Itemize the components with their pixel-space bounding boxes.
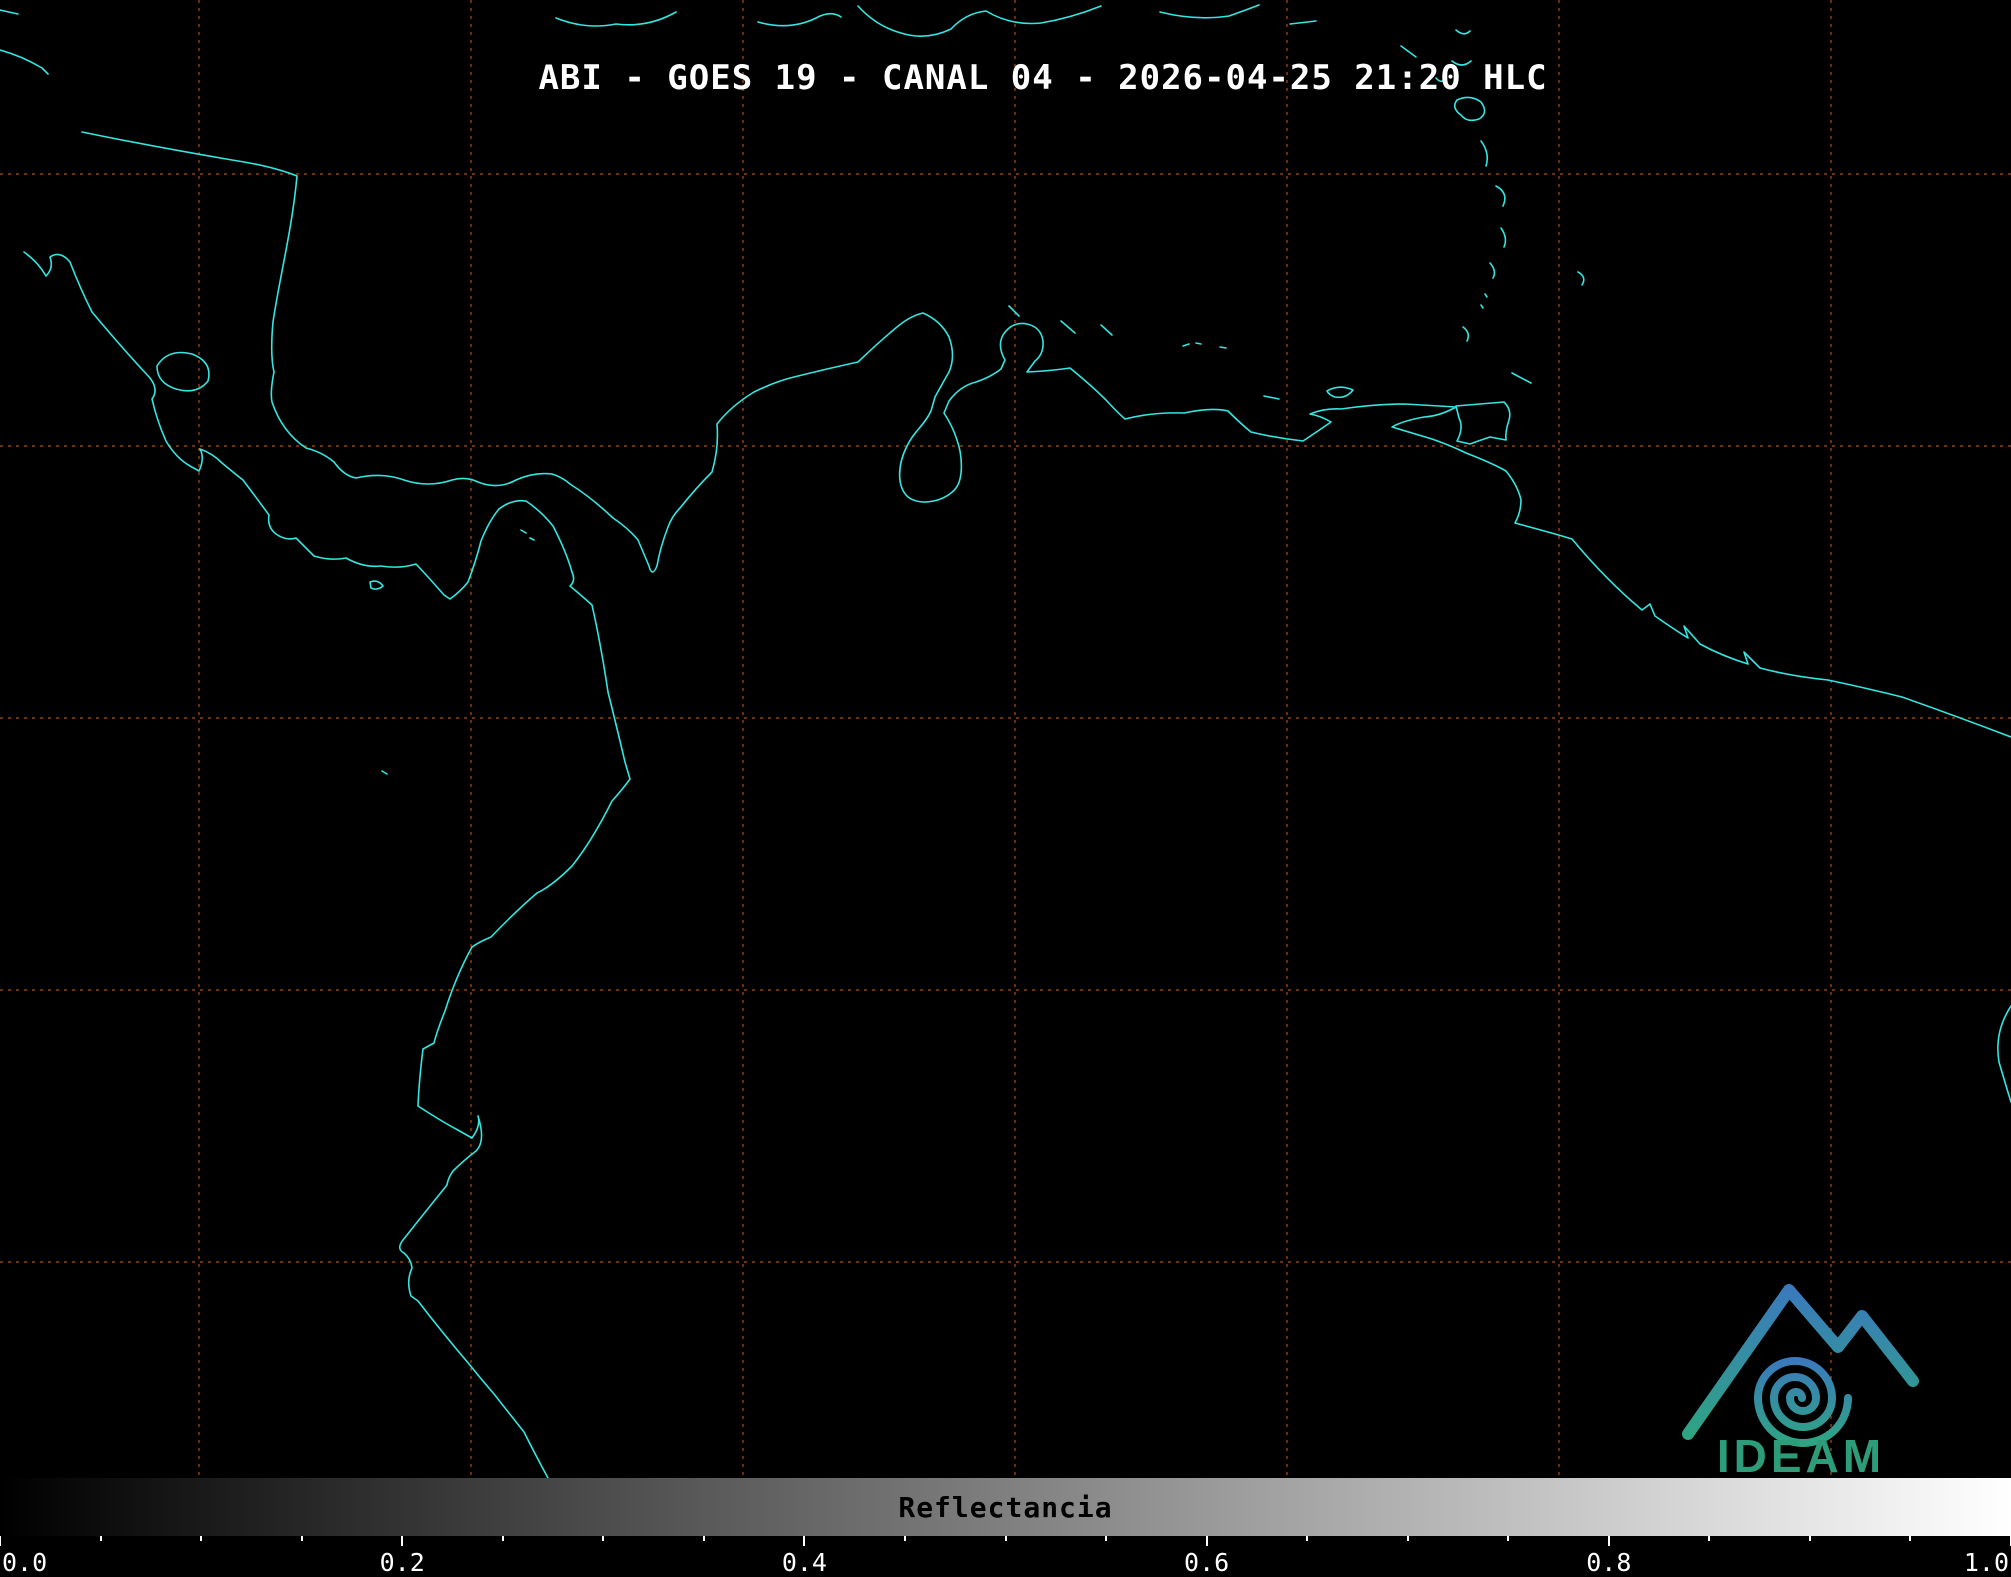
coastline-tobago: [1512, 373, 1531, 383]
coastline-guadeloupe: [1455, 97, 1485, 120]
coastline-barbuda: [1456, 30, 1470, 34]
colorbar-minor-tick: [502, 1536, 504, 1541]
coastline-malpelo: [382, 771, 387, 774]
colorbar-major-tick: [0, 1536, 1, 1546]
colorbar-minor-tick: [1005, 1536, 1007, 1541]
tick-label: 0.4: [782, 1549, 827, 1576]
coastline-st-croix: [1290, 21, 1316, 24]
coastline-hispaniola-fragment: [858, 6, 1101, 36]
coastline-pacific-central-south-america: [24, 252, 630, 1478]
colorbar-major-tick: [1206, 1536, 1208, 1546]
colorbar-minor-tick: [1909, 1536, 1911, 1541]
colorbar-minor-tick: [100, 1536, 102, 1541]
tick-label: 1.0: [1964, 1549, 2009, 1576]
coastline-amazon-edge-fragment: [1998, 1006, 2011, 1102]
colorbar-minor-tick: [1306, 1536, 1308, 1541]
colorbar-minor-tick: [301, 1536, 303, 1541]
coastline-margarita: [1327, 387, 1353, 397]
satellite-map-canvas: IDEAM: [0, 0, 2011, 1478]
coastline-honduras-caribbean-south-america: [82, 132, 2011, 737]
colorbar-minor-tick: [200, 1536, 202, 1541]
tick-label: 0.0: [2, 1549, 47, 1576]
colorbar-minor-tick: [1708, 1536, 1710, 1541]
coastline-st-lucia: [1501, 228, 1505, 247]
coastline-barbados: [1578, 272, 1584, 285]
coastline-martinique: [1496, 186, 1505, 206]
coastlines: [0, 5, 2011, 1478]
coastline-bonaire: [1101, 325, 1112, 335]
coastline-st-kitts: [1401, 46, 1416, 57]
graticule-grid: [0, 0, 2011, 1478]
coastline-aruba: [1009, 306, 1019, 316]
colorbar-minor-tick: [904, 1536, 906, 1541]
satellite-map: IDEAM ABI - GOES 19 - CANAL 04 - 2026-04…: [0, 0, 2011, 1478]
coastline-belize: [0, 50, 48, 74]
coastline-puerto-rico-fragment: [1160, 5, 1259, 18]
colorbar-minor-tick: [1105, 1536, 1107, 1541]
coastline-los-roques: [1183, 343, 1226, 348]
coastline-grenadines: [1481, 294, 1487, 308]
map-title: ABI - GOES 19 - CANAL 04 - 2026-04-25 21…: [538, 58, 1547, 98]
coastline-tortuga: [1264, 396, 1279, 399]
colorbar-minor-tick: [1407, 1536, 1409, 1541]
coastline-st-vincent: [1490, 263, 1494, 278]
coastline-haiti-fragment: [758, 14, 841, 26]
colorbar-gradient: Reflectancia: [0, 1478, 2011, 1536]
colorbar-major-tick: [803, 1536, 805, 1546]
colorbar-minor-tick: [1809, 1536, 1811, 1541]
coastline-coiba: [370, 581, 383, 589]
coastline-pearl-islands: [521, 530, 534, 540]
colorbar-minor-tick: [1507, 1536, 1509, 1541]
coastline-trinidad: [1456, 402, 1510, 444]
coastline-curacao: [1061, 321, 1075, 333]
colorbar-label: Reflectancia: [898, 1491, 1112, 1524]
coastline-yucatan-fragment: [0, 10, 18, 14]
coastline-dominica: [1481, 141, 1487, 166]
colorbar-major-tick: [401, 1536, 403, 1546]
tick-label: 0.8: [1586, 1549, 1631, 1576]
ideam-wordmark: IDEAM: [1717, 1430, 1885, 1478]
coastline-jamaica-fragment: [556, 12, 676, 26]
tick-label: 0.6: [1184, 1549, 1229, 1576]
tick-label: 0.2: [380, 1549, 425, 1576]
colorbar-major-tick: [1608, 1536, 1610, 1546]
coastline-grenada: [1463, 327, 1468, 341]
colorbar-tick-strip: 0.0 0.2 0.4 0.6 0.8 1.0: [0, 1536, 2011, 1577]
coastline-lake-nicaragua: [157, 353, 209, 391]
colorbar-minor-tick: [602, 1536, 604, 1541]
colorbar-minor-tick: [703, 1536, 705, 1541]
ideam-logo: IDEAM: [1688, 1290, 1913, 1478]
